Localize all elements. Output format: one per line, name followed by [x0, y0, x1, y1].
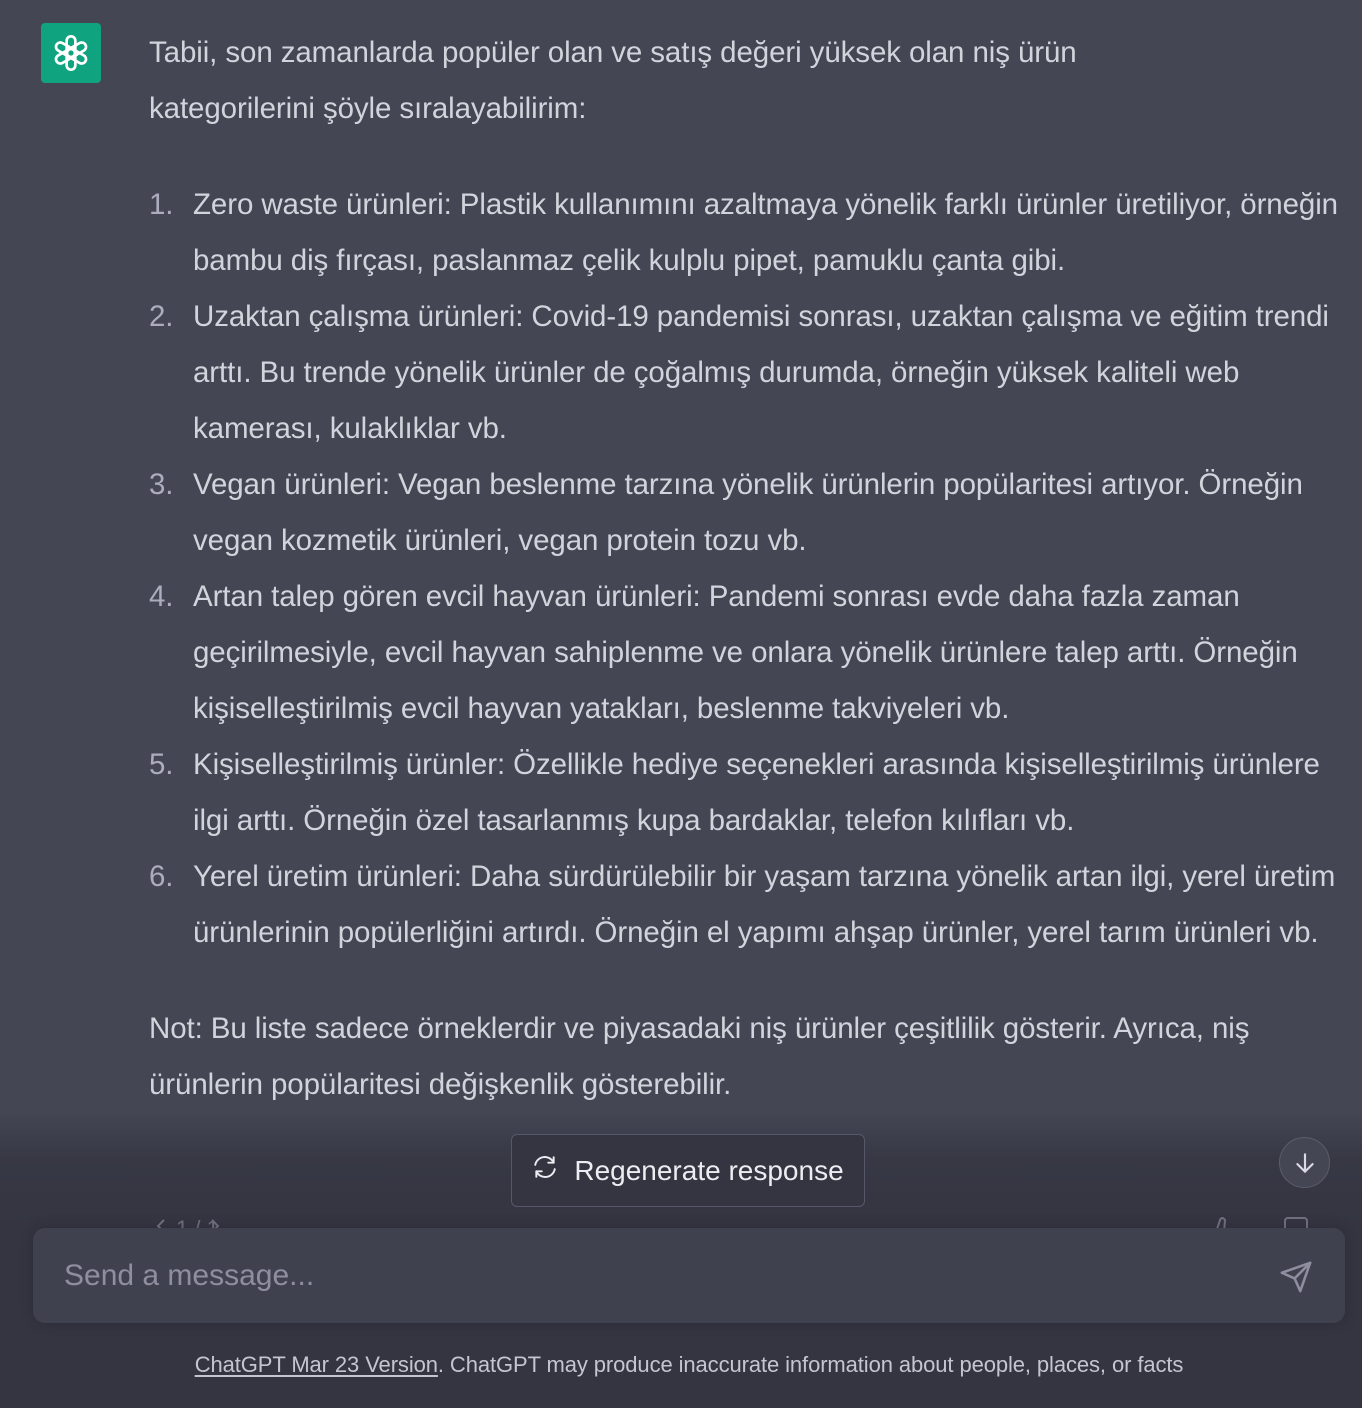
disclaimer-text: . ChatGPT may produce inaccurate informa…	[437, 1352, 1184, 1377]
message-content: Tabii, son zamanlarda popüler olan ve sa…	[149, 25, 1339, 1113]
list-item: 6. Yerel üretim ürünleri: Daha sürdürüleb…	[149, 849, 1339, 961]
list-item: 5. Kişiselleştirilmiş ürünler: Özellikle …	[149, 737, 1339, 849]
regenerate-response-button[interactable]: Regenerate response	[511, 1134, 865, 1207]
list-item-text: Zero waste ürünleri: Plastik kullanımını…	[193, 188, 1338, 277]
list-item-number: 4.	[149, 580, 174, 613]
send-button[interactable]	[1273, 1256, 1319, 1298]
list-item-number: 5.	[149, 748, 174, 781]
answer-list: 1. Zero waste ürünleri: Plastik kullanımı…	[149, 177, 1339, 961]
message-composer	[33, 1228, 1345, 1323]
assistant-message: Tabii, son zamanlarda popüler olan ve sa…	[0, 0, 1362, 1232]
list-item: 3. Vegan ürünleri: Vegan beslenme tarzına…	[149, 457, 1339, 569]
scroll-to-bottom-button[interactable]	[1279, 1137, 1330, 1188]
list-item-text: Yerel üretim ürünleri: Daha sürdürülebil…	[193, 860, 1336, 949]
chat-page: Tabii, son zamanlarda popüler olan ve sa…	[0, 0, 1362, 1408]
openai-logo-icon	[54, 35, 88, 71]
assistant-avatar	[41, 23, 101, 83]
version-link[interactable]: ChatGPT Mar 23 Version	[195, 1352, 438, 1377]
list-item-text: Vegan ürünleri: Vegan beslenme tarzına y…	[193, 468, 1303, 557]
list-item: 4. Artan talep gören evcil hayvan ürünler…	[149, 569, 1339, 737]
list-item-text: Kişiselleştirilmiş ürünler: Özellikle he…	[193, 748, 1320, 837]
refresh-icon	[532, 1154, 558, 1187]
list-item: 2. Uzaktan çalışma ürünleri: Covid-19 pan…	[149, 289, 1339, 457]
list-item: 1. Zero waste ürünleri: Plastik kullanımı…	[149, 177, 1339, 289]
list-item-number: 1.	[149, 188, 174, 221]
list-item-number: 3.	[149, 468, 174, 501]
regenerate-label: Regenerate response	[574, 1154, 844, 1186]
message-intro: Tabii, son zamanlarda popüler olan ve sa…	[149, 36, 1077, 125]
message-input[interactable]	[64, 1248, 1244, 1304]
send-icon	[1280, 1261, 1312, 1293]
list-item-text: Uzaktan çalışma ürünleri: Covid-19 pande…	[193, 300, 1329, 445]
disclaimer-footer: ChatGPT Mar 23 Version. ChatGPT may prod…	[0, 1346, 1362, 1384]
message-note: Not: Bu liste sadece örneklerdir ve piya…	[149, 1012, 1250, 1101]
arrow-down-icon	[1295, 1152, 1314, 1173]
list-item-number: 2.	[149, 300, 174, 333]
list-item-number: 6.	[149, 860, 174, 893]
list-item-text: Artan talep gören evcil hayvan ürünleri:…	[193, 580, 1298, 725]
